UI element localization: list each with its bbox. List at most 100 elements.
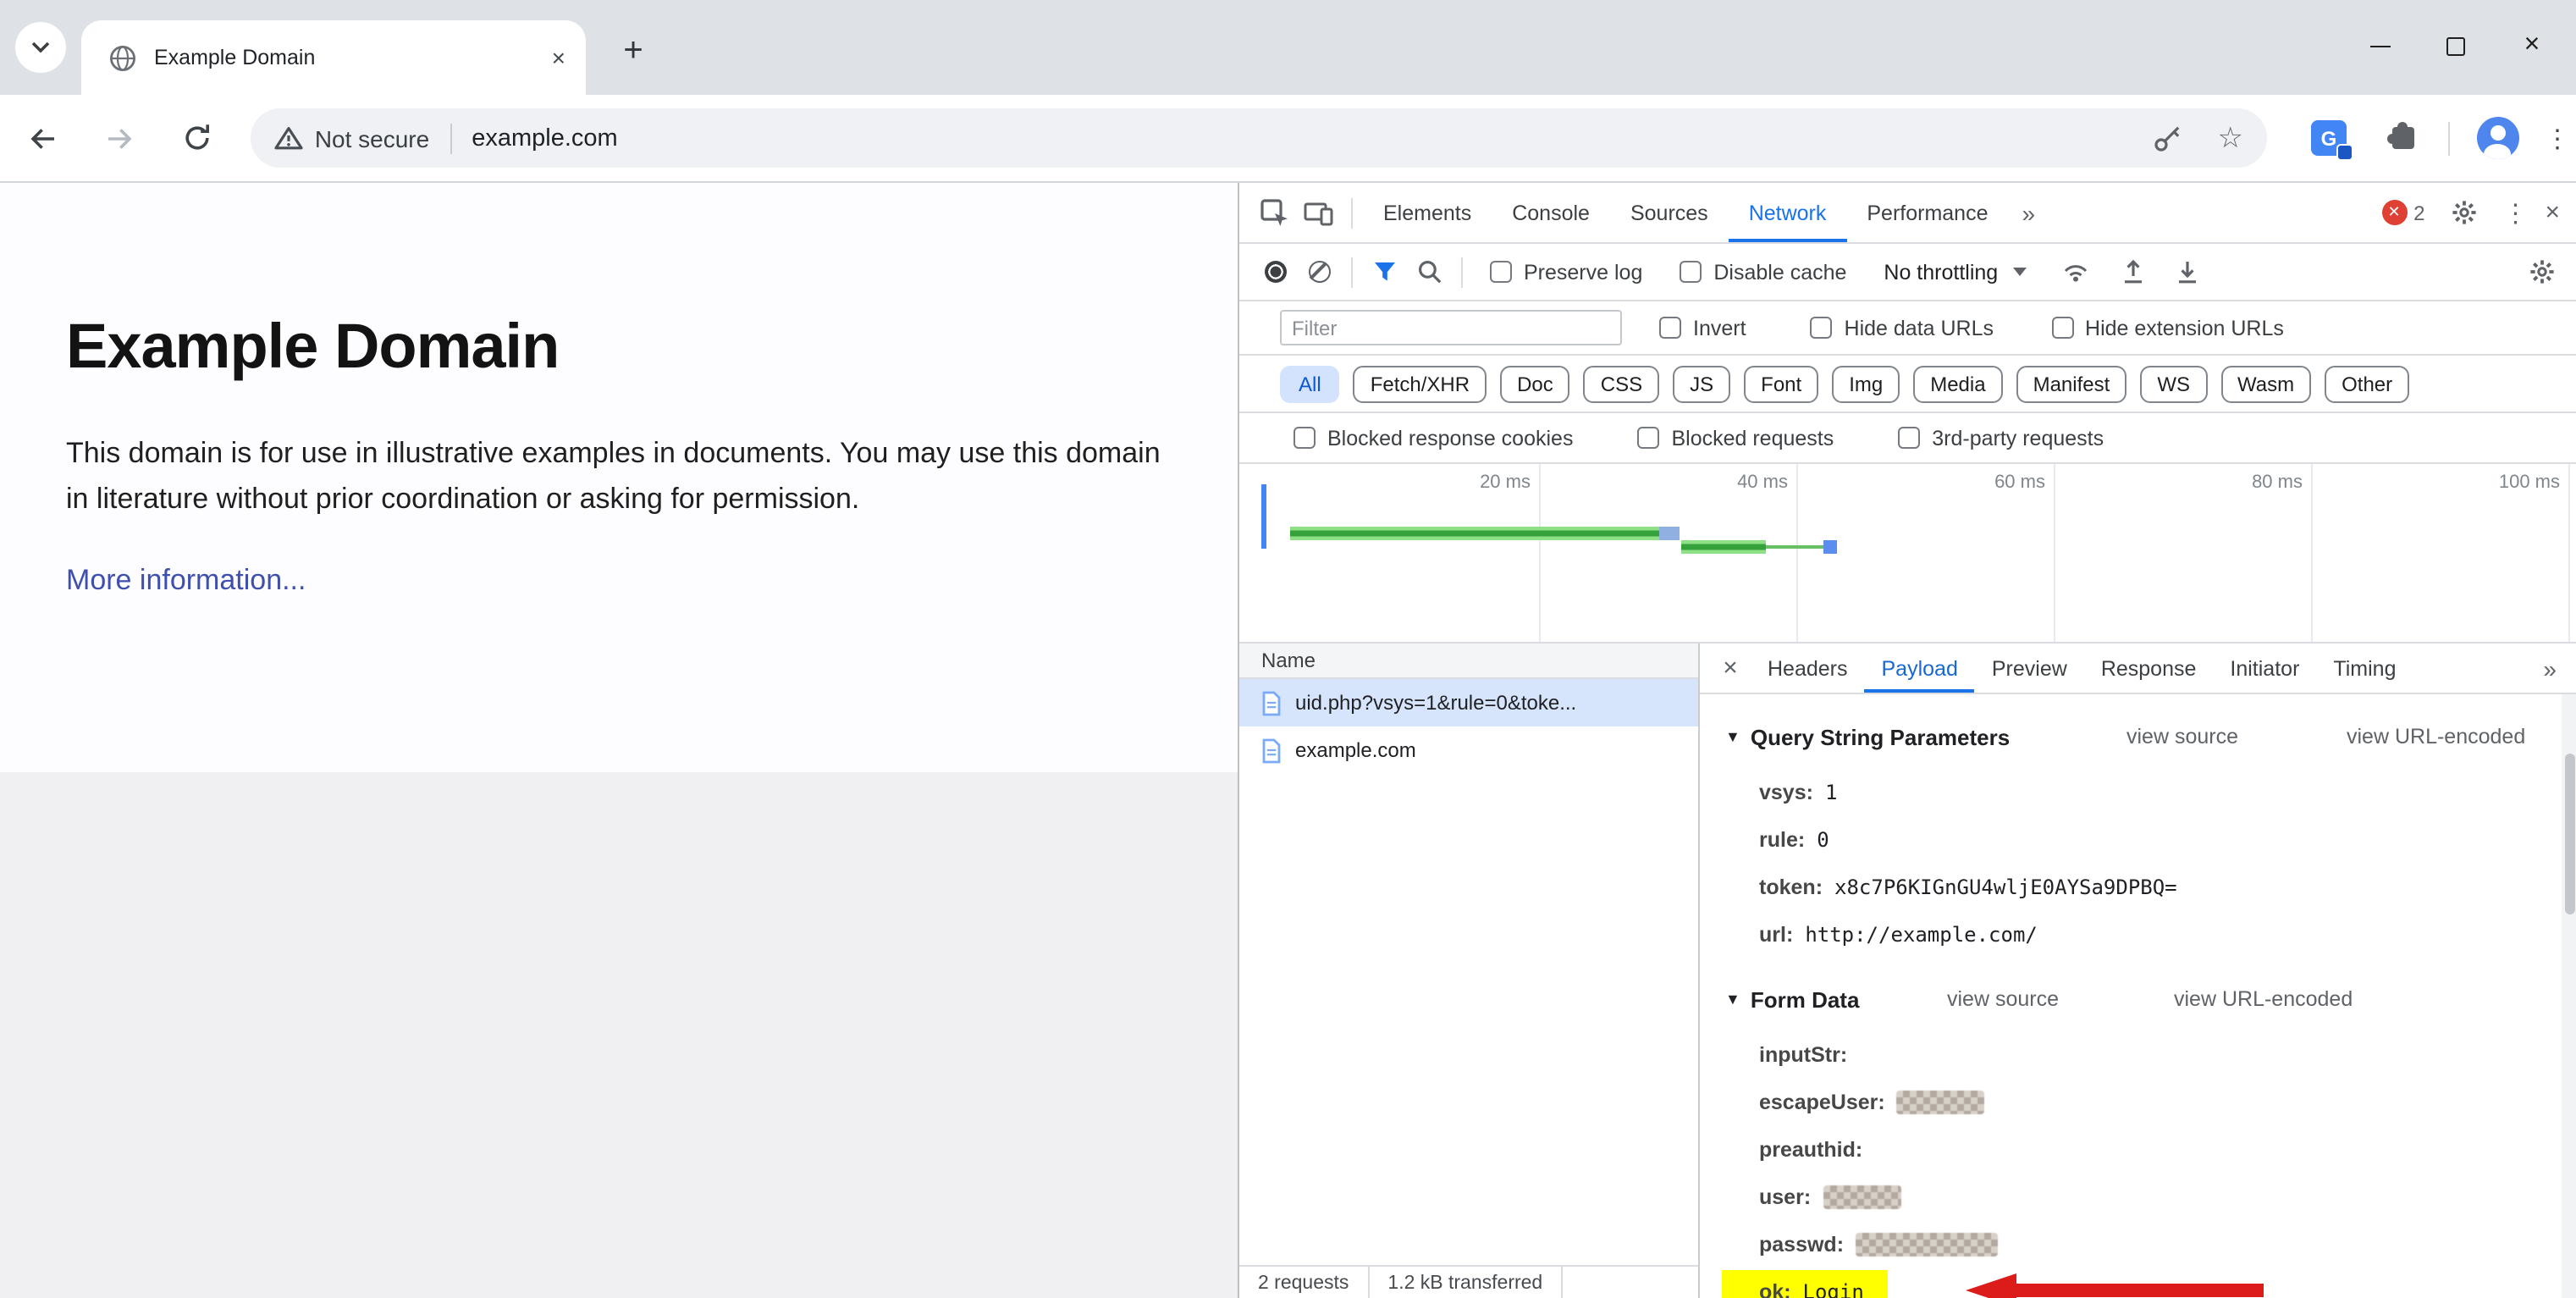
hide-data-urls-checkbox[interactable]: Hide data URLs xyxy=(1811,316,1994,340)
new-tab-button[interactable]: + xyxy=(610,27,657,75)
tab-payload[interactable]: Payload xyxy=(1865,643,1975,693)
name-column-header[interactable]: Name xyxy=(1239,643,1698,679)
url-text[interactable]: example.com xyxy=(472,124,2151,152)
browser-menu-kebab-icon[interactable]: ⋮ xyxy=(2545,123,2570,153)
view-url-encoded-link[interactable]: view URL-encoded xyxy=(2174,987,2353,1011)
view-url-encoded-link[interactable]: view URL-encoded xyxy=(2347,725,2525,748)
network-settings-button[interactable] xyxy=(2519,250,2563,294)
network-conditions-button[interactable] xyxy=(2054,250,2098,294)
translate-extension-icon[interactable]: G xyxy=(2311,120,2347,156)
chip-font[interactable]: Font xyxy=(1744,365,1818,402)
browser-tab[interactable]: Example Domain × xyxy=(81,20,586,95)
close-window-button[interactable]: × xyxy=(2494,0,2570,91)
chip-manifest[interactable]: Manifest xyxy=(2016,365,2127,402)
details-scrollbar[interactable] xyxy=(2562,694,2576,1298)
param-name: rule xyxy=(1759,828,1805,852)
checkbox-icon xyxy=(1490,261,1512,283)
third-party-requests-label: 3rd-party requests xyxy=(1932,426,2104,450)
device-toolbar-icon xyxy=(1304,197,1334,228)
more-detail-tabs-icon[interactable]: » xyxy=(2529,655,2570,682)
filter-input[interactable] xyxy=(1280,310,1622,345)
throttling-dropdown[interactable]: No throttling xyxy=(1884,260,2027,284)
tab-console[interactable]: Console xyxy=(1492,183,1610,242)
disclosure-triangle-icon[interactable]: ▼ xyxy=(1725,991,1740,1008)
tab-network[interactable]: Network xyxy=(1729,183,1847,242)
bookmark-star-icon[interactable]: ☆ xyxy=(2217,121,2243,155)
scrollbar-thumb[interactable] xyxy=(2564,754,2574,914)
third-party-requests-checkbox[interactable]: 3rd-party requests xyxy=(1898,426,2104,450)
chip-ws[interactable]: WS xyxy=(2140,365,2207,402)
view-source-link[interactable]: view source xyxy=(1947,987,2059,1011)
translate-badge xyxy=(2336,144,2353,161)
devtools-menu-kebab-icon[interactable]: ⋮ xyxy=(2502,197,2528,228)
hide-extension-urls-label: Hide extension URLs xyxy=(2085,316,2284,340)
globe-favicon-icon xyxy=(108,43,137,72)
chip-all[interactable]: All xyxy=(1280,365,1340,402)
chip-wasm[interactable]: Wasm xyxy=(2220,365,2311,402)
tab-headers[interactable]: Headers xyxy=(1751,643,1865,693)
devtools-settings-button[interactable] xyxy=(2441,191,2485,235)
inspect-element-button[interactable] xyxy=(1253,191,1297,235)
chip-css[interactable]: CSS xyxy=(1584,365,1659,402)
tab-close-icon[interactable]: × xyxy=(552,44,565,71)
form-data-title: Form Data xyxy=(1751,986,1860,1012)
page-viewport: Example Domain This domain is for use in… xyxy=(0,183,1238,1298)
clear-network-log-button[interactable] xyxy=(1297,250,1341,294)
blocked-response-cookies-checkbox[interactable]: Blocked response cookies xyxy=(1294,426,1573,450)
maximize-button[interactable] xyxy=(2418,0,2494,91)
param-name: ok xyxy=(1759,1280,1791,1298)
extensions-puzzle-icon[interactable] xyxy=(2392,127,2414,149)
disable-cache-checkbox[interactable]: Disable cache xyxy=(1680,260,1846,284)
minimize-button[interactable] xyxy=(2342,0,2418,91)
tab-preview[interactable]: Preview xyxy=(1975,643,2084,693)
more-information-link[interactable]: More information... xyxy=(66,564,306,598)
tab-timing[interactable]: Timing xyxy=(2316,643,2413,693)
chip-doc[interactable]: Doc xyxy=(1500,365,1570,402)
chip-img[interactable]: Img xyxy=(1832,365,1900,402)
details-tab-bar: × Headers Payload Preview Response Initi… xyxy=(1700,643,2576,694)
filter-toggle-button[interactable] xyxy=(1363,250,1407,294)
disclosure-triangle-icon[interactable]: ▼ xyxy=(1725,728,1740,745)
close-details-icon[interactable]: × xyxy=(1710,648,1751,688)
chip-other[interactable]: Other xyxy=(2325,365,2409,402)
not-secure-label[interactable]: Not secure xyxy=(315,124,429,152)
tab-search-button[interactable] xyxy=(15,22,66,73)
tab-sources[interactable]: Sources xyxy=(1610,183,1729,242)
request-row-uid-php[interactable]: uid.php?vsys=1&rule=0&toke... xyxy=(1239,679,1698,726)
reload-button[interactable] xyxy=(169,109,227,167)
tab-initiator[interactable]: Initiator xyxy=(2213,643,2316,693)
tab-performance[interactable]: Performance xyxy=(1846,183,2008,242)
chip-js[interactable]: JS xyxy=(1673,365,1730,402)
invert-checkbox[interactable]: Invert xyxy=(1659,316,1746,340)
checkbox-icon xyxy=(1659,317,1681,339)
password-key-icon[interactable] xyxy=(2151,122,2183,154)
forward-button[interactable] xyxy=(91,109,149,167)
back-button[interactable] xyxy=(14,109,71,167)
address-bar[interactable]: Not secure example.com ☆ xyxy=(251,108,2267,168)
import-har-button[interactable] xyxy=(2165,250,2209,294)
export-har-button[interactable] xyxy=(2111,250,2155,294)
error-badge[interactable]: ✕ 2 xyxy=(2381,200,2424,225)
checkbox-icon xyxy=(1680,261,1702,283)
hide-extension-urls-checkbox[interactable]: Hide extension URLs xyxy=(2051,316,2284,340)
search-network-button[interactable] xyxy=(1407,250,1451,294)
chip-fetch-xhr[interactable]: Fetch/XHR xyxy=(1354,365,1487,402)
blocked-filter-row: Blocked response cookies Blocked request… xyxy=(1239,413,2576,464)
address-bar-divider xyxy=(450,123,451,153)
tab-response[interactable]: Response xyxy=(2084,643,2214,693)
blocked-requests-checkbox[interactable]: Blocked requests xyxy=(1637,426,1834,450)
more-tabs-chevron-icon[interactable]: » xyxy=(2009,199,2049,226)
device-toolbar-button[interactable] xyxy=(1297,191,1341,235)
view-source-link[interactable]: view source xyxy=(2126,725,2238,748)
tab-elements[interactable]: Elements xyxy=(1363,183,1492,242)
profile-avatar[interactable] xyxy=(2477,117,2519,159)
chip-media[interactable]: Media xyxy=(1913,365,2002,402)
request-row-example-com[interactable]: example.com xyxy=(1239,726,1698,774)
timeline-selection-handle[interactable] xyxy=(1261,484,1266,549)
param-row-user: user xyxy=(1700,1174,2562,1221)
param-row-escapeuser: escapeUser xyxy=(1700,1079,2562,1126)
preserve-log-checkbox[interactable]: Preserve log xyxy=(1490,260,1642,284)
devtools-close-icon[interactable]: × xyxy=(2545,198,2560,227)
network-overview-timeline[interactable]: 20 ms 40 ms 60 ms 80 ms 100 ms xyxy=(1239,464,2576,643)
record-network-log-button[interactable] xyxy=(1253,250,1297,294)
